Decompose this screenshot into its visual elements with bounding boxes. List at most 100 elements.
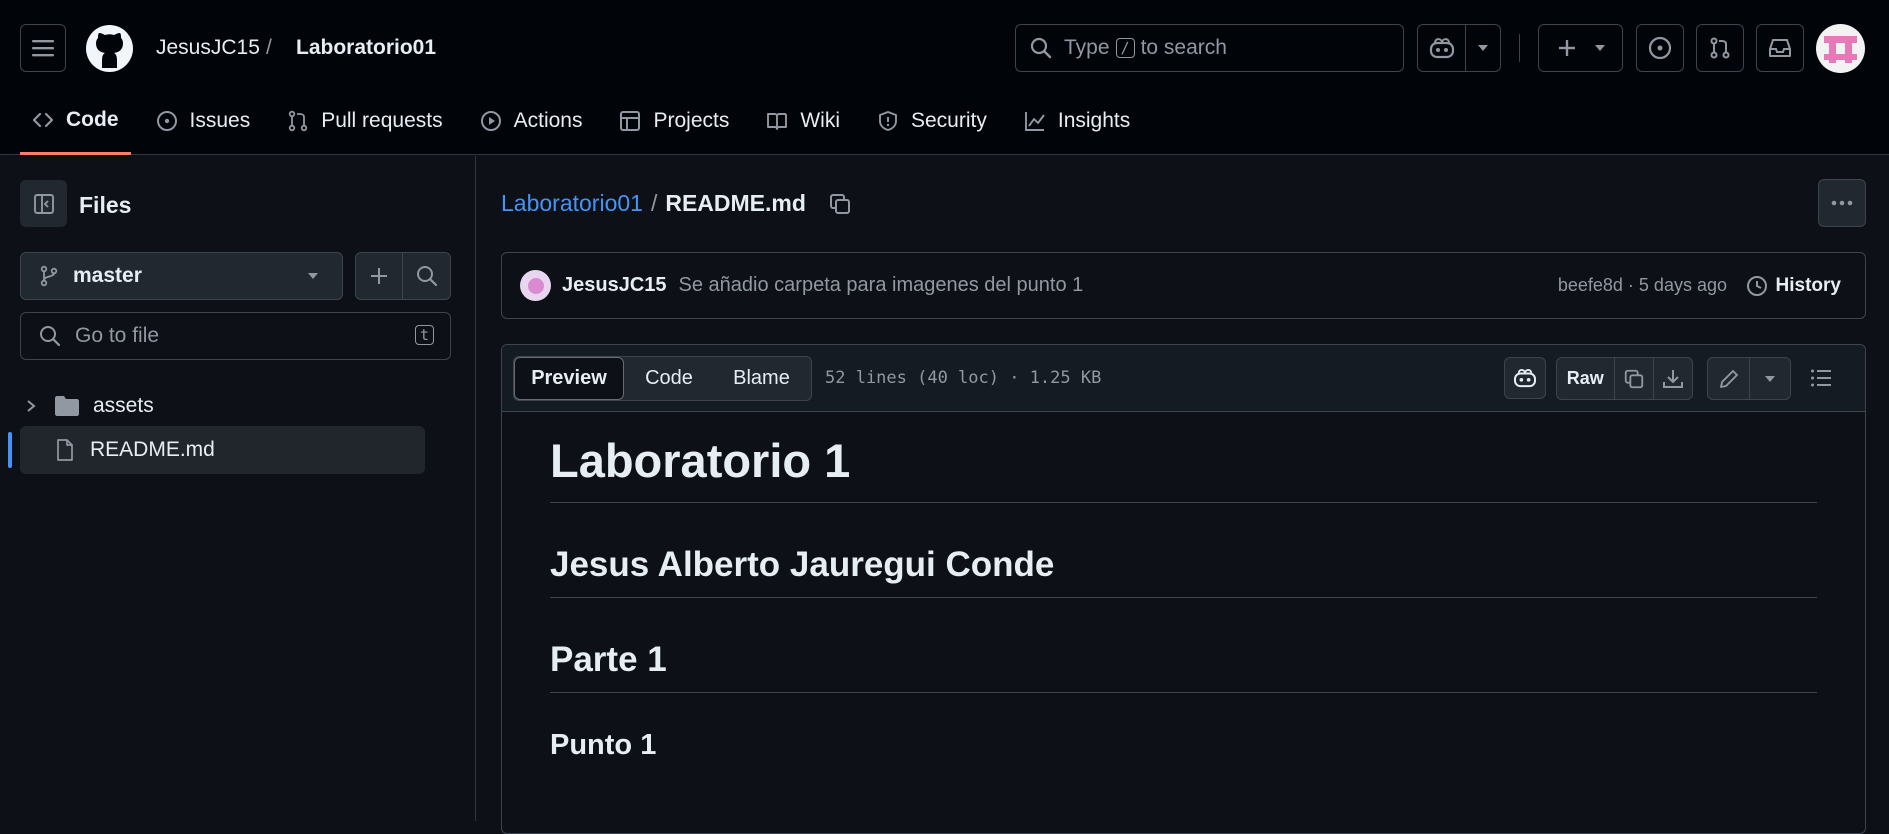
collapse-sidebar-button[interactable] (20, 180, 67, 227)
download-icon (1663, 369, 1684, 388)
tab-pull-requests[interactable]: Pull requests (275, 95, 454, 147)
tree-item-file[interactable]: README.md (20, 426, 425, 474)
tab-actions-label: Actions (513, 109, 583, 132)
tree-item-label: assets (93, 394, 154, 417)
outline-button[interactable] (1800, 357, 1842, 399)
file-breadcrumb: Laboratorio01 / README.md (501, 190, 852, 217)
history-button[interactable]: History (1746, 275, 1841, 297)
copilot-file-button[interactable] (1504, 357, 1546, 399)
search-icon (1030, 37, 1052, 59)
folder-icon (55, 396, 79, 416)
github-logo-icon[interactable] (86, 25, 133, 72)
add-file-button[interactable] (356, 253, 403, 299)
chevron-down-icon (308, 273, 318, 279)
breadcrumb-separator: / (266, 36, 272, 59)
pull-requests-button[interactable] (1696, 24, 1744, 72)
edit-button[interactable] (1708, 358, 1750, 399)
readme-heading-part: Parte 1 (550, 640, 1817, 693)
plus-icon (1558, 40, 1575, 56)
search-placeholder-prefix: Type (1064, 36, 1110, 59)
code-icon (32, 112, 54, 127)
breadcrumb-file-name: README.md (665, 190, 806, 216)
repo-tabs: Code Issues Pull requests Actions Projec… (20, 95, 1155, 155)
edit-dropdown-button[interactable] (1750, 358, 1790, 399)
raw-copy-download-group: Raw (1556, 357, 1693, 400)
tab-issues[interactable]: Issues (144, 95, 263, 147)
tab-wiki-label: Wiki (800, 109, 840, 132)
tab-code[interactable]: Code (20, 95, 131, 155)
play-icon (480, 111, 501, 131)
issues-button[interactable] (1636, 24, 1684, 72)
tree-item-selected-indicator (8, 432, 12, 468)
raw-button[interactable]: Raw (1557, 358, 1615, 399)
branch-selector[interactable]: master (20, 252, 343, 300)
copilot-icon (1429, 38, 1454, 59)
tab-preview[interactable]: Preview (514, 357, 624, 400)
chevron-right-icon[interactable] (24, 398, 38, 414)
avatar[interactable] (1816, 24, 1865, 73)
header-divider (1519, 34, 1520, 62)
readme-preview: Laboratorio 1 Jesus Alberto Jauregui Con… (550, 433, 1817, 762)
view-mode-segmented: Preview Code Blame (513, 356, 812, 401)
tree-item-folder[interactable]: assets (20, 382, 425, 430)
copilot-button[interactable] (1417, 24, 1501, 72)
tab-insights[interactable]: Insights (1012, 95, 1142, 147)
chevron-down-icon (1765, 375, 1775, 382)
history-label: History (1775, 274, 1841, 296)
go-to-file-input[interactable]: Go to file t (20, 312, 451, 360)
copy-raw-button[interactable] (1615, 358, 1655, 399)
tab-blame[interactable]: Blame (714, 367, 809, 390)
tab-projects[interactable]: Projects (607, 95, 741, 147)
git-pull-request-icon (289, 110, 308, 132)
commit-meta[interactable]: beefe8d · 5 days ago (1558, 275, 1727, 296)
tree-item-label: README.md (90, 438, 215, 461)
chevron-down-icon[interactable] (1478, 45, 1488, 51)
breadcrumb-separator: / (650, 190, 658, 216)
issue-opened-icon (1648, 36, 1672, 60)
search-shortcut-key: / (1115, 38, 1135, 58)
tab-insights-label: Insights (1057, 109, 1131, 132)
kebab-horizontal-icon (1831, 200, 1853, 206)
tab-issues-label: Issues (189, 109, 251, 132)
owner-link[interactable]: JesusJC15 (156, 36, 260, 60)
add-file-search-group (355, 252, 451, 300)
chevron-down-icon (1594, 45, 1605, 51)
tab-code-label: Code (66, 107, 119, 131)
copy-icon[interactable] (828, 192, 852, 216)
create-new-button[interactable] (1538, 24, 1623, 72)
issue-opened-icon (156, 111, 177, 131)
tab-code-view[interactable]: Code (624, 367, 714, 390)
more-options-button[interactable] (1818, 179, 1866, 227)
file-content-box: Preview Code Blame 52 lines (40 loc) · 1… (501, 344, 1866, 834)
hamburger-icon (32, 40, 54, 57)
search-files-button[interactable] (403, 253, 450, 299)
tab-security[interactable]: Security (865, 95, 999, 147)
commit-message[interactable]: Se añadio carpeta para imagenes del punt… (679, 274, 1084, 297)
breadcrumb-repo-link[interactable]: Laboratorio01 (501, 190, 643, 217)
commit-author[interactable]: JesusJC15 (562, 274, 667, 297)
download-button[interactable] (1654, 358, 1692, 399)
plus-icon (371, 268, 387, 284)
table-icon (620, 111, 641, 131)
inbox-button[interactable] (1756, 24, 1804, 72)
file-icon (57, 439, 73, 461)
copy-icon (1624, 369, 1644, 388)
tab-wiki[interactable]: Wiki (754, 95, 852, 147)
git-pull-request-icon (1710, 37, 1730, 59)
search-icon (416, 266, 437, 287)
pencil-icon (1719, 369, 1738, 388)
history-icon (1746, 275, 1767, 296)
search-input[interactable]: Type / to search (1015, 24, 1404, 72)
branch-name: master (73, 264, 142, 287)
file-toolbar: Preview Code Blame 52 lines (40 loc) · 1… (502, 345, 1865, 412)
tab-actions[interactable]: Actions (468, 95, 595, 147)
search-icon (40, 326, 61, 347)
go-to-file-shortcut-key: t (414, 325, 434, 345)
sidebar-title: Files (79, 192, 132, 218)
tab-projects-label: Projects (653, 109, 730, 132)
menu-button[interactable] (20, 24, 66, 72)
repo-link[interactable]: Laboratorio01 (296, 36, 436, 60)
graph-icon (1024, 112, 1045, 131)
copilot-icon (1514, 369, 1536, 388)
commit-author-avatar[interactable] (520, 270, 551, 301)
